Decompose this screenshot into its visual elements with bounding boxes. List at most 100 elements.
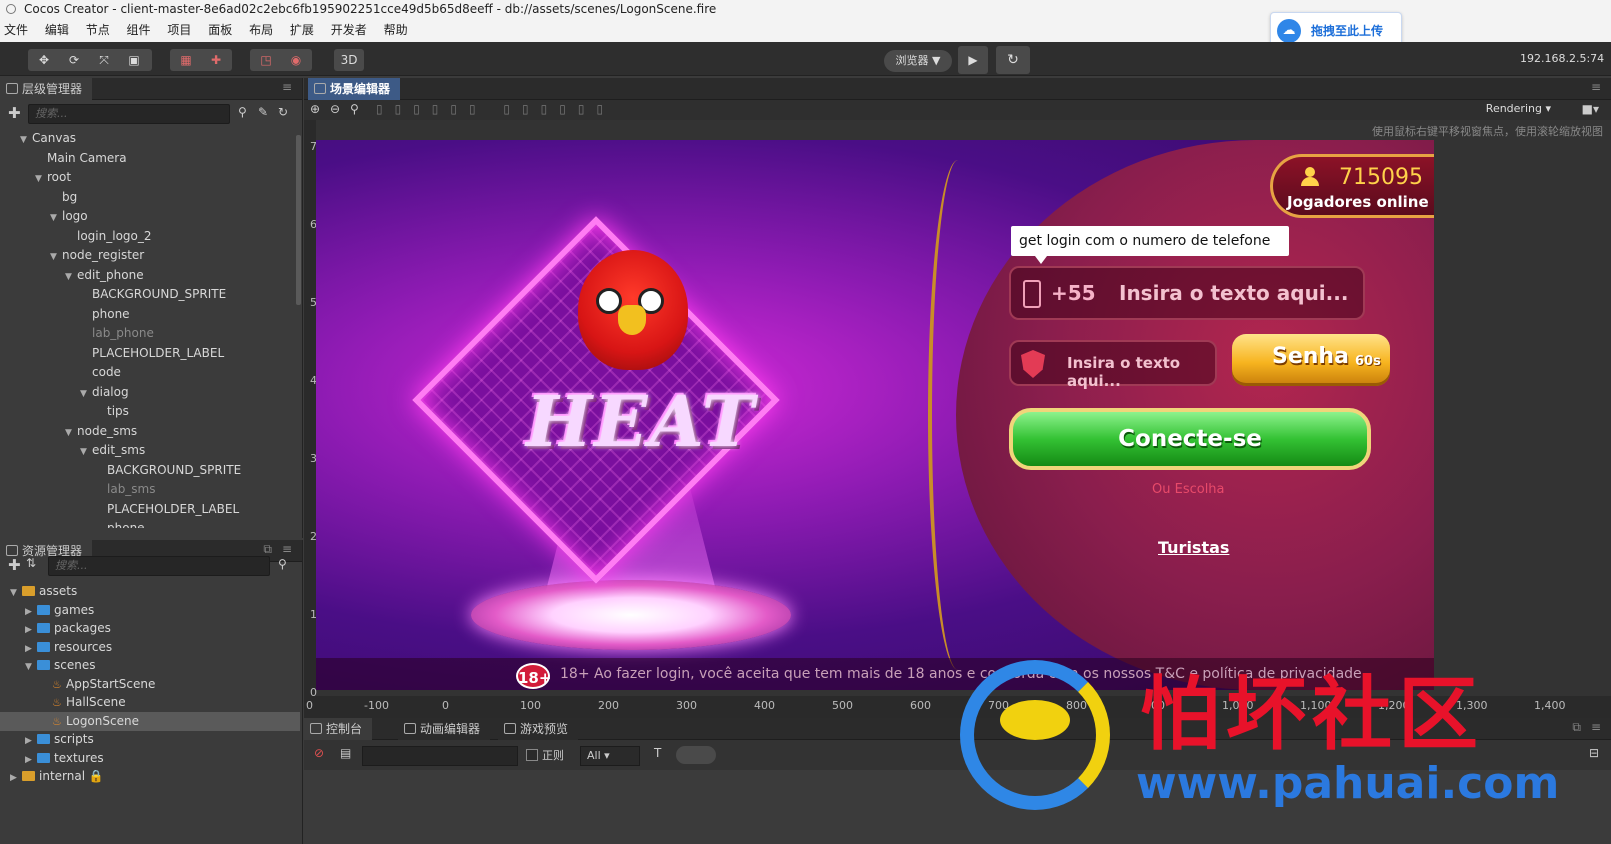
center-icon[interactable]: ✚ <box>202 49 230 71</box>
tree-node[interactable]: ▼ node_sms <box>65 421 137 441</box>
tree-node[interactable]: ▼ edit_phone <box>65 265 144 285</box>
panel-menu-icon[interactable]: ≡ <box>282 542 292 556</box>
console-filter-input[interactable] <box>362 746 518 766</box>
chevron-down-icon[interactable]: ▼ <box>20 130 32 150</box>
play-button[interactable]: ▶ <box>958 46 988 74</box>
asset-folder[interactable]: ▶ games <box>0 601 300 620</box>
zoom-in-icon[interactable]: ⊕ <box>310 102 320 116</box>
chevron-down-icon[interactable]: ▼ <box>65 423 77 443</box>
tree-node[interactable]: ▼ dialog <box>80 382 129 402</box>
chevron-down-icon[interactable]: ▼ <box>65 267 77 287</box>
search-icon[interactable]: ⚲ <box>278 557 287 571</box>
menu-panel[interactable]: 面板 <box>208 23 232 37</box>
asset-folder[interactable]: ▶ resources <box>0 638 300 657</box>
tree-node[interactable]: ▼ node_register <box>50 245 144 265</box>
asset-folder[interactable]: ▶ scripts <box>0 730 300 749</box>
tab-console[interactable]: 控制台 <box>304 718 373 740</box>
connect-button[interactable]: Conecte-se <box>1009 408 1371 470</box>
chevron-down-icon[interactable]: ▼ <box>50 208 62 228</box>
menu-developer[interactable]: 开发者 <box>331 23 367 37</box>
zoom-fit-icon[interactable]: ⚲ <box>350 102 359 116</box>
scene-file[interactable]: ♨ AppStartScene <box>0 675 300 694</box>
tree-node[interactable]: tips <box>95 401 129 421</box>
menu-component[interactable]: 组件 <box>127 23 151 37</box>
tree-node[interactable]: lab_phone <box>80 323 154 343</box>
chevron-down-icon[interactable]: ▼ <box>50 247 62 267</box>
global-space-icon[interactable]: ◉ <box>282 49 310 71</box>
refresh-icon[interactable]: ↻ <box>278 105 288 119</box>
rendering-select[interactable]: Rendering ▾ <box>1486 102 1551 115</box>
local-space-icon[interactable]: ◳ <box>252 49 280 71</box>
game-canvas[interactable]: HEAT 715095 Jogadores online get login c… <box>316 140 1434 690</box>
locate-icon[interactable]: ✎ <box>258 105 268 119</box>
chevron-down-icon[interactable]: ▼ <box>35 169 47 189</box>
tree-node[interactable]: lab_sms <box>95 479 156 499</box>
preview-browser-select[interactable]: 浏览器 ▼ <box>884 50 952 72</box>
tree-node[interactable]: ▼ edit_sms <box>80 440 145 460</box>
tree-node[interactable]: PLACEHOLDER_LABEL <box>95 499 239 519</box>
code-input-field[interactable]: Insira o texto aqui... <box>1009 340 1217 390</box>
log-level-select[interactable]: All ▾ <box>580 746 640 766</box>
regex-checkbox[interactable] <box>526 749 538 761</box>
scene-file[interactable]: ♨ LogonScene <box>0 711 300 731</box>
tourist-login-link[interactable]: Turistas <box>1158 538 1229 557</box>
tab-hierarchy[interactable]: 层级管理器 <box>0 78 93 100</box>
font-size-icon[interactable]: T <box>654 746 661 760</box>
rotate-tool-icon[interactable]: ⟳ <box>60 49 88 71</box>
search-icon[interactable]: ⚲ <box>238 105 247 119</box>
hierarchy-scrollbar[interactable] <box>296 135 301 305</box>
align-tools-icon[interactable]: ▯▯▯▯▯▯ ▯▯▯▯▯▯ <box>376 102 615 116</box>
menu-extension[interactable]: 扩展 <box>290 23 314 37</box>
chevron-down-icon[interactable]: ▼ <box>80 384 92 404</box>
popout-icon[interactable]: ⧉ <box>263 542 272 557</box>
hierarchy-search-input[interactable]: 搜索... <box>28 104 230 124</box>
scale-tool-icon[interactable]: ⤧ <box>90 49 118 71</box>
tree-node[interactable]: ▼ root <box>35 167 71 187</box>
tree-node[interactable]: ▼ logo <box>50 206 88 226</box>
create-asset-icon[interactable]: ✚ <box>8 556 21 574</box>
tree-node[interactable]: Main Camera <box>35 148 127 168</box>
panel-menu-icon[interactable]: ≡ <box>282 80 292 94</box>
add-node-icon[interactable]: ✚ <box>8 104 21 122</box>
chevron-down-icon[interactable]: ▼ <box>80 442 92 462</box>
senha-button[interactable]: Senha 60s <box>1232 334 1390 386</box>
menu-project[interactable]: 项目 <box>167 23 191 37</box>
phone-input-field[interactable]: +55 Insira o texto aqui... <box>1009 266 1365 320</box>
tree-node[interactable]: phone <box>95 518 145 528</box>
pivot-icon[interactable]: ▦ <box>172 49 200 71</box>
tree-node[interactable]: BACKGROUND_SPRITE <box>95 460 241 480</box>
open-log-icon[interactable]: ▤ <box>340 746 351 760</box>
asset-folder[interactable]: ▶ packages <box>0 619 300 638</box>
asset-folder[interactable]: ▼ assets <box>0 582 300 601</box>
mode-3d-button[interactable]: 3D <box>334 49 364 71</box>
panel-menu-icon[interactable]: ≡ <box>1591 80 1601 94</box>
refresh-button[interactable]: ↻ <box>996 46 1030 74</box>
move-tool-icon[interactable]: ✥ <box>30 49 58 71</box>
menu-file[interactable]: 文件 <box>4 23 28 37</box>
tree-node[interactable]: BACKGROUND_SPRITE <box>80 284 226 304</box>
camera-icon[interactable]: ■▾ <box>1582 102 1599 116</box>
tree-node[interactable]: login_logo_2 <box>65 226 152 246</box>
sort-icon[interactable]: ⇅ <box>26 556 36 570</box>
regex-toggle[interactable]: 正则 <box>526 747 564 763</box>
zoom-out-icon[interactable]: ⊖ <box>330 102 340 116</box>
asset-folder[interactable]: ▶ internal 🔒 <box>0 767 300 786</box>
chevron-right-icon[interactable]: ▶ <box>10 769 22 788</box>
menu-help[interactable]: 帮助 <box>384 23 408 37</box>
clear-console-icon[interactable]: ⊘ <box>314 746 324 760</box>
tab-game-preview[interactable]: 游戏预览 <box>498 718 579 740</box>
tree-node[interactable]: bg <box>50 187 77 207</box>
scene-file[interactable]: ♨ HallScene <box>0 693 300 712</box>
tree-node[interactable]: code <box>80 362 121 382</box>
menu-edit[interactable]: 编辑 <box>45 23 69 37</box>
asset-folder[interactable]: ▼ scenes <box>0 656 300 675</box>
collapse-toggle[interactable] <box>676 746 716 764</box>
menu-layout[interactable]: 布局 <box>249 23 273 37</box>
tree-node[interactable]: phone <box>80 304 130 324</box>
assets-search-input[interactable]: 搜索... <box>48 556 270 576</box>
tab-scene-editor[interactable]: 场景编辑器 <box>308 78 401 100</box>
tree-node[interactable]: ▼ Canvas <box>20 128 76 148</box>
asset-folder[interactable]: ▶ textures <box>0 749 300 768</box>
tree-node[interactable]: PLACEHOLDER_LABEL <box>80 343 224 363</box>
tab-animation[interactable]: 动画编辑器 <box>398 718 491 740</box>
